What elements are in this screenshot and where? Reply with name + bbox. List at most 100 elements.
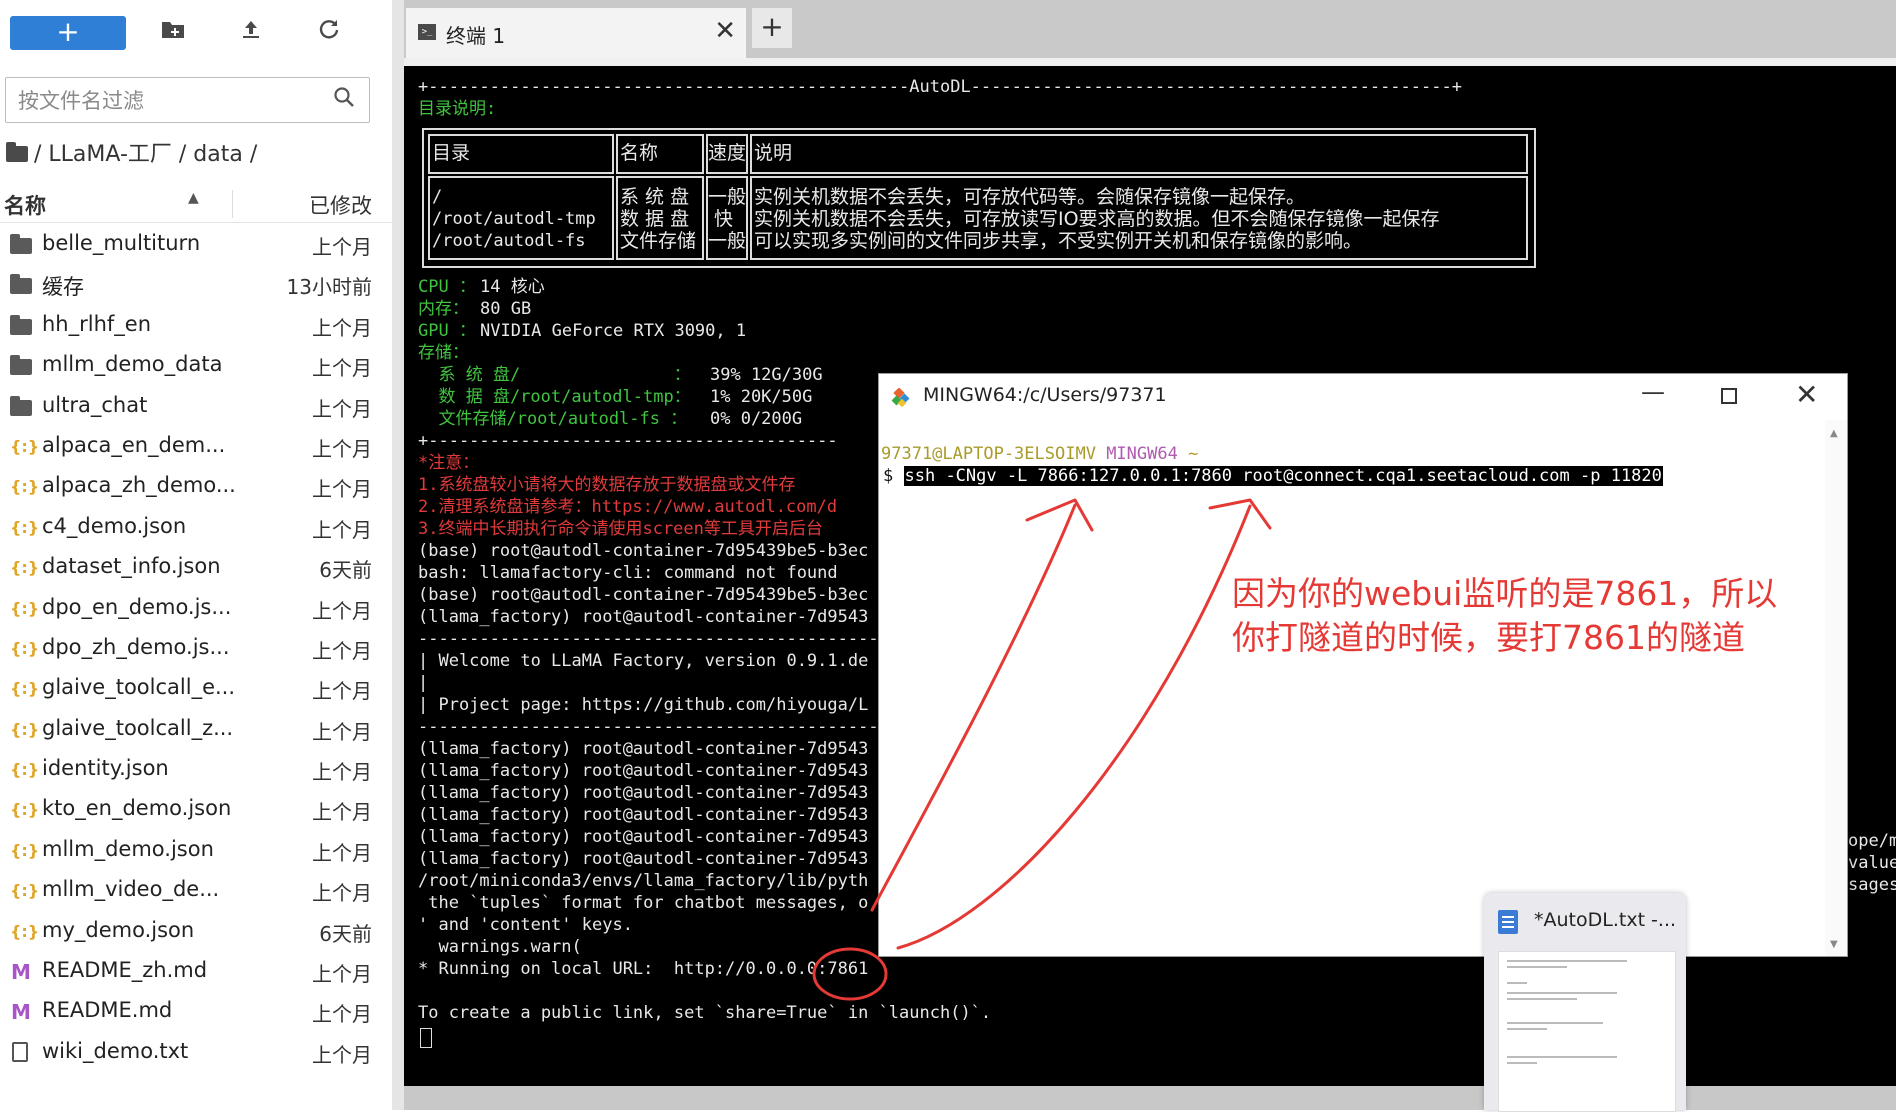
folder-icon — [10, 234, 32, 254]
tab-terminal-1[interactable]: >_ 终端 1 ✕ — [406, 8, 746, 58]
terminal-gpu-value: NVIDIA GeForce RTX 3090, 1 — [480, 321, 747, 341]
json-file-icon: {:} — [10, 598, 40, 618]
json-file-icon: {:} — [10, 800, 40, 820]
taskbar-preview[interactable]: *AutoDL.txt -... — [1484, 893, 1686, 1112]
terminal-line: ' and 'content' keys. — [418, 915, 633, 935]
terminal-line: (llama_factory) root@autodl-container-7d… — [418, 827, 869, 847]
file-row[interactable]: ultra_chat 上个月 — [0, 387, 394, 427]
column-divider[interactable] — [232, 190, 233, 218]
json-file-icon: {:} — [10, 436, 40, 456]
file-name: ultra_chat — [42, 392, 148, 417]
json-file-icon: {:} — [10, 719, 40, 739]
mingw-command-line[interactable]: $ ssh -CNgv -L 7866:127.0.0.1:7860 root@… — [883, 466, 1663, 486]
file-row[interactable]: 缓存 13小时前 — [0, 265, 394, 305]
folder-icon — [10, 395, 32, 416]
column-name[interactable]: 名称 — [4, 190, 46, 220]
file-row[interactable]: {:} identity.json 上个月 — [0, 750, 394, 790]
file-row[interactable]: M README_zh.md 上个月 — [0, 952, 394, 992]
file-name: README.md — [42, 998, 173, 1023]
terminal-line: (llama_factory) root@autodl-container-7d… — [418, 783, 869, 803]
file-row[interactable]: {:} alpaca_en_dem... 上个月 — [0, 427, 394, 467]
file-row[interactable]: {:} dataset_info.json 6天前 — [0, 548, 394, 588]
terminal-dir-title: 目录说明: — [418, 99, 497, 119]
scroll-down-icon[interactable]: ▼ — [1830, 939, 1838, 950]
file-modified: 上个月 — [312, 1042, 372, 1067]
json-file-icon: {:} — [10, 921, 40, 941]
file-filter-box — [5, 77, 370, 123]
file-name: alpaca_en_dem... — [42, 432, 226, 457]
tab-label: 终端 1 — [446, 24, 506, 48]
terminal-mem-value: 80 GB — [480, 299, 532, 319]
file-name: dpo_zh_demo.js... — [42, 634, 230, 659]
breadcrumb[interactable]: / LLaMA-工厂 / data / — [6, 138, 257, 172]
mingw-scrollbar[interactable]: ▲ ▼ — [1825, 420, 1847, 956]
column-modified[interactable]: 已修改 — [309, 190, 372, 220]
file-row[interactable]: {:} kto_en_demo.json 上个月 — [0, 790, 394, 830]
close-window-icon[interactable]: ✕ — [1795, 378, 1818, 411]
file-row[interactable]: {:} glaive_toolcall_z... 上个月 — [0, 710, 394, 750]
file-name: belle_multiturn — [42, 231, 201, 255]
file-modified: 上个月 — [312, 436, 372, 461]
file-row[interactable]: {:} dpo_en_demo.js... 上个月 — [0, 589, 394, 629]
file-row[interactable]: {:} my_demo.json 6天前 — [0, 912, 394, 952]
table-header-speed: 速度 — [708, 142, 747, 164]
folder-icon — [10, 314, 32, 335]
terminal-line: | — [418, 673, 429, 693]
add-tab-button[interactable]: + — [752, 8, 792, 48]
file-row[interactable]: {:} c4_demo.json 上个月 — [0, 508, 394, 548]
json-file-icon: {:} — [10, 679, 40, 699]
file-row[interactable]: belle_multiturn 上个月 — [0, 225, 394, 265]
search-icon[interactable] — [333, 86, 355, 114]
file-name: hh_rlhf_en — [42, 311, 152, 336]
terminal-line: * Running on local URL: http://0.0.0.0:7… — [418, 959, 869, 979]
ssh-command[interactable]: ssh -CNgv -L 7866:127.0.0.1:7860 root@co… — [903, 466, 1663, 486]
taskbar-preview-image — [1498, 951, 1676, 1112]
file-name: dataset_info.json — [42, 554, 221, 579]
new-folder-icon[interactable] — [158, 18, 188, 48]
sort-ascending-icon[interactable]: ▲ — [188, 190, 199, 206]
close-icon[interactable]: ✕ — [714, 16, 736, 46]
panel-splitter[interactable] — [392, 0, 404, 1110]
file-row[interactable]: wiki_demo.txt 上个月 — [0, 1033, 394, 1073]
mingw-cwd: ~ — [1188, 444, 1199, 464]
maximize-icon[interactable] — [1721, 388, 1737, 404]
minimize-icon[interactable]: — — [1641, 378, 1665, 406]
file-modified: 上个月 — [312, 235, 372, 259]
breadcrumb-path[interactable]: / LLaMA-工厂 / data / — [34, 142, 257, 167]
file-browser: + / LLaMA-工厂 / data / 名称 ▲ 已修改 belle_mul… — [0, 0, 394, 1110]
terminal-line: | Welcome to LLaMA Factory, version 0.9.… — [418, 651, 869, 671]
json-file-icon: {:} — [10, 881, 40, 901]
file-row[interactable]: {:} alpaca_zh_demo... 上个月 — [0, 467, 394, 507]
file-row[interactable]: hh_rlhf_en 上个月 — [0, 306, 394, 346]
terminal-line: ----------------------------------------… — [418, 717, 889, 737]
terminal-note: 2.清理系统盘请参考：https://www.autodl.com/d — [418, 497, 838, 517]
mingw-dollar: $ — [883, 466, 894, 486]
table-header-desc: 说明 — [754, 142, 793, 164]
file-row[interactable]: {:} mllm_demo.json 上个月 — [0, 831, 394, 871]
terminal-storage-row-label: 文件存储/root/autodl-fs ： — [418, 409, 688, 429]
file-name: wiki_demo.txt — [42, 1038, 189, 1063]
file-row[interactable]: {:} mllm_video_de... 上个月 — [0, 871, 394, 911]
file-filter-input[interactable] — [16, 84, 320, 118]
file-name: glaive_toolcall_z... — [42, 715, 234, 740]
upload-icon[interactable] — [236, 18, 266, 48]
file-modified: 上个月 — [312, 315, 372, 340]
file-row[interactable]: mllm_demo_data 上个月 — [0, 346, 394, 386]
terminal-storage-row-label: 系 统 盘/ ： — [418, 365, 691, 385]
terminal-line: (llama_factory) root@autodl-container-7d… — [418, 805, 869, 825]
file-row[interactable]: M README.md 上个月 — [0, 992, 394, 1032]
terminal-fragment: sages — [1848, 875, 1896, 895]
mingw-window[interactable]: MINGW64:/c/Users/97371 — ✕ 97371@LAPTOP-… — [878, 373, 1848, 957]
refresh-icon[interactable] — [314, 18, 344, 48]
file-name: mllm_demo_data — [42, 352, 223, 377]
mingw-titlebar[interactable]: MINGW64:/c/Users/97371 — ✕ — [879, 374, 1847, 420]
file-row[interactable]: {:} dpo_zh_demo.js... 上个月 — [0, 629, 394, 669]
file-modified: 上个月 — [312, 638, 372, 663]
file-modified: 上个月 — [312, 1002, 372, 1027]
scroll-up-icon[interactable]: ▲ — [1830, 428, 1838, 439]
file-modified: 上个月 — [312, 598, 372, 623]
terminal-line: (llama_factory) root@autodl-container-7d… — [418, 739, 869, 759]
file-row[interactable]: {:} glaive_toolcall_e... 上个月 — [0, 669, 394, 709]
terminal-note: 3.终端中长期执行命令请使用screen等工具开启后台 — [418, 519, 823, 539]
new-launcher-button[interactable]: + — [10, 16, 126, 50]
